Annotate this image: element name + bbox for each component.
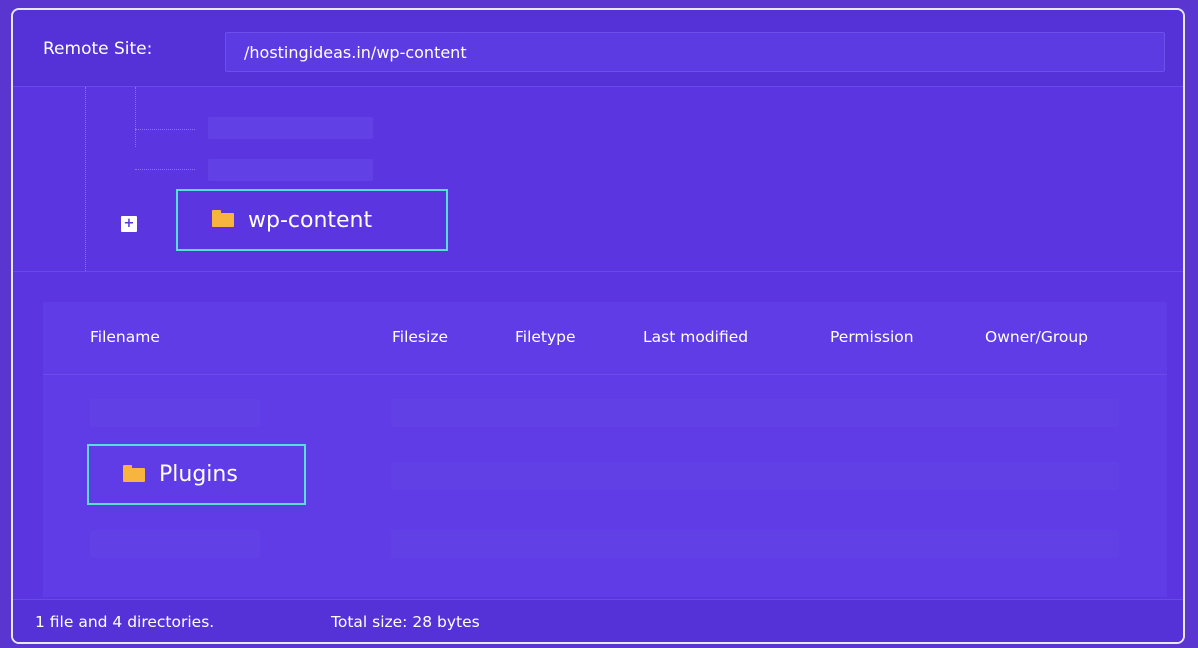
remote-site-bar: Remote Site: /hostingideas.in/wp-content [13,10,1183,87]
folder-icon [123,464,145,482]
file-row-label: Plugins [159,462,238,487]
remote-site-path-input[interactable]: /hostingideas.in/wp-content [225,32,1165,72]
tree-item-placeholder[interactable] [208,159,373,181]
column-header-filesize[interactable]: Filesize [392,328,448,346]
file-row-placeholder[interactable] [90,530,260,558]
file-row-plugins[interactable]: Plugins [87,444,306,505]
status-summary: 1 file and 4 directories. [35,613,215,631]
tree-connector [85,87,86,271]
remote-site-label: Remote Site: [43,39,153,59]
directory-tree: + wp-content [13,87,1183,272]
file-row-placeholder[interactable] [391,462,1119,490]
tree-connector [135,169,195,170]
file-row-placeholder[interactable] [391,530,1119,558]
tree-item-label: wp-content [248,207,373,233]
file-list-panel: Filename Filesize Filetype Last modified… [43,302,1167,597]
file-list-header: Filename Filesize Filetype Last modified… [43,302,1167,375]
column-header-filetype[interactable]: Filetype [515,328,576,346]
tree-item-placeholder[interactable] [208,117,373,139]
column-header-permission[interactable]: Permission [830,328,914,346]
column-header-owner-group[interactable]: Owner/Group [985,328,1088,346]
column-header-filename[interactable]: Filename [90,328,160,346]
file-row-placeholder[interactable] [391,399,1119,427]
file-row-placeholder[interactable] [90,399,260,427]
status-bar: 1 file and 4 directories. Total size: 28… [13,599,1183,642]
remote-site-panel: Remote Site: /hostingideas.in/wp-content… [11,8,1185,644]
tree-connector [135,87,136,147]
tree-connector [135,129,195,130]
status-total-size: Total size: 28 bytes [331,613,480,631]
tree-item-wp-content[interactable]: wp-content [176,189,448,251]
expand-toggle-button[interactable]: + [121,216,137,232]
column-header-last-modified[interactable]: Last modified [643,328,748,346]
folder-icon [212,210,234,227]
